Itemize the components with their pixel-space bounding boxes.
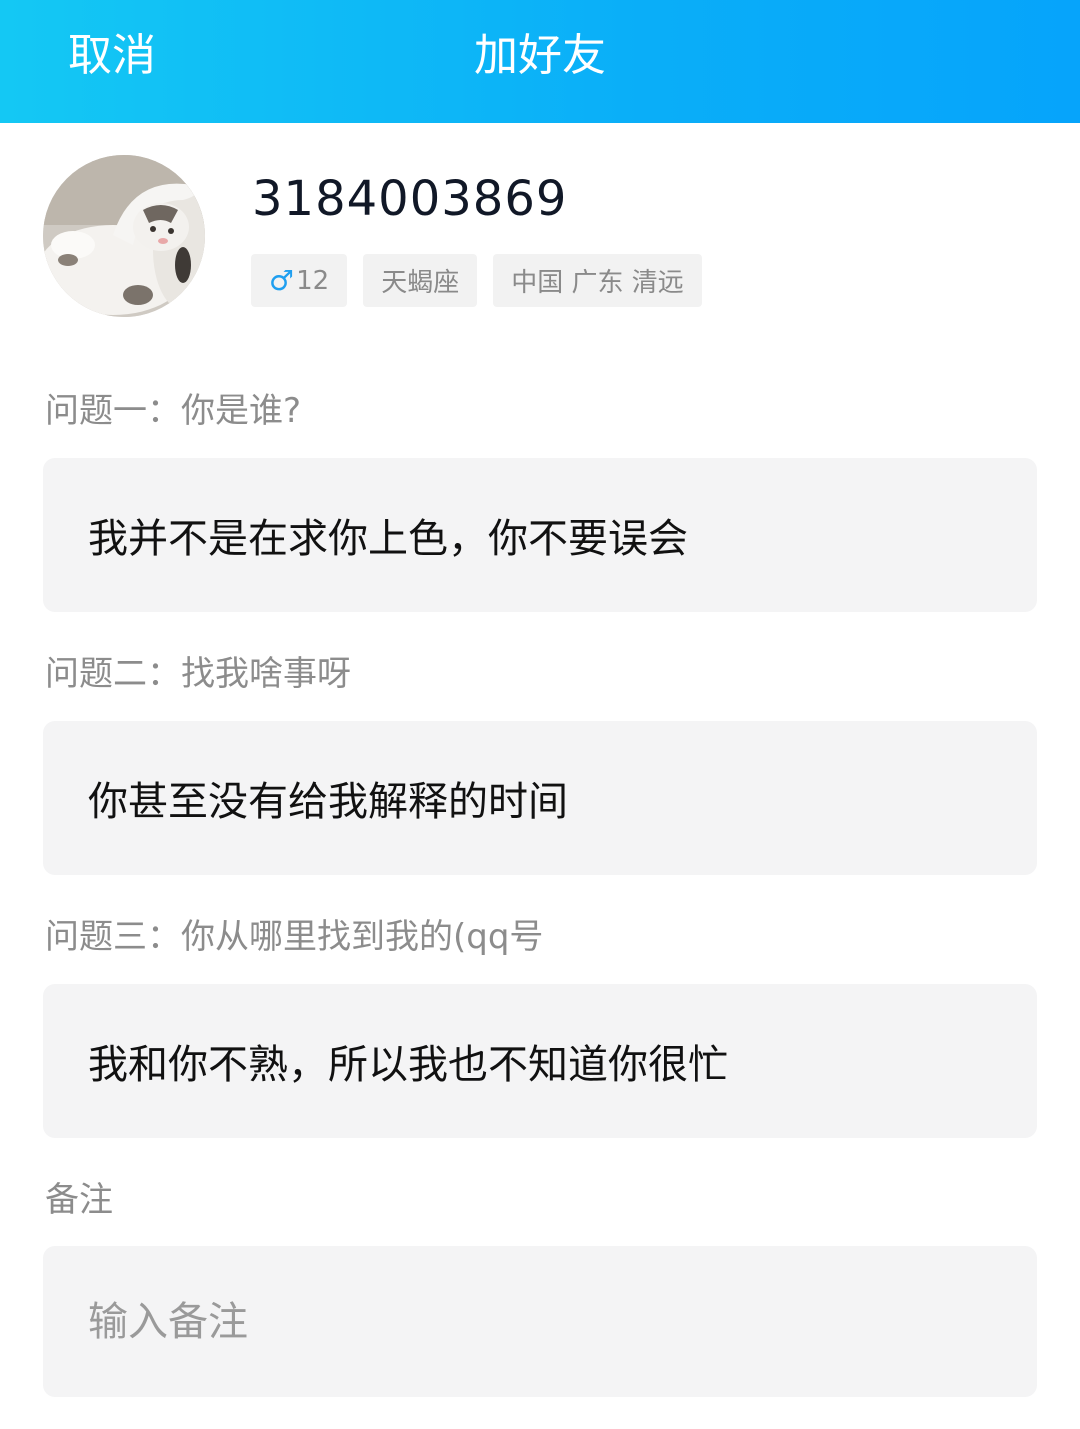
location-tag: 中国 广东 清远 — [493, 254, 702, 307]
page-title: 加好友 — [474, 30, 606, 81]
male-icon: ♂ — [269, 264, 295, 297]
top-bar: 取消 加好友 — [0, 0, 1080, 123]
question-1-label: 问题一：你是谁? — [45, 391, 302, 431]
cat-photo-avatar — [43, 155, 205, 317]
remark-input[interactable] — [43, 1246, 1037, 1397]
answer-3-field[interactable]: 我和你不熟，所以我也不知道你很忙 — [43, 984, 1037, 1138]
age-label: 12 — [296, 265, 330, 296]
gender-age-tag: ♂ 12 — [251, 254, 348, 307]
profile-tags: ♂ 12 天蝎座 中国 广东 清远 — [251, 254, 702, 307]
remark-label: 备注 — [45, 1180, 113, 1220]
question-3-label: 问题三：你从哪里找到我的(qq号 — [45, 917, 544, 957]
user-id: 3184003869 — [252, 171, 568, 227]
answer-2-field[interactable]: 你甚至没有给我解释的时间 — [43, 721, 1037, 875]
constellation-tag: 天蝎座 — [363, 254, 478, 307]
answer-1-field[interactable]: 我并不是在求你上色，你不要误会 — [43, 458, 1037, 612]
avatar[interactable] — [43, 155, 205, 317]
question-2-label: 问题二：找我啥事呀 — [45, 654, 351, 694]
